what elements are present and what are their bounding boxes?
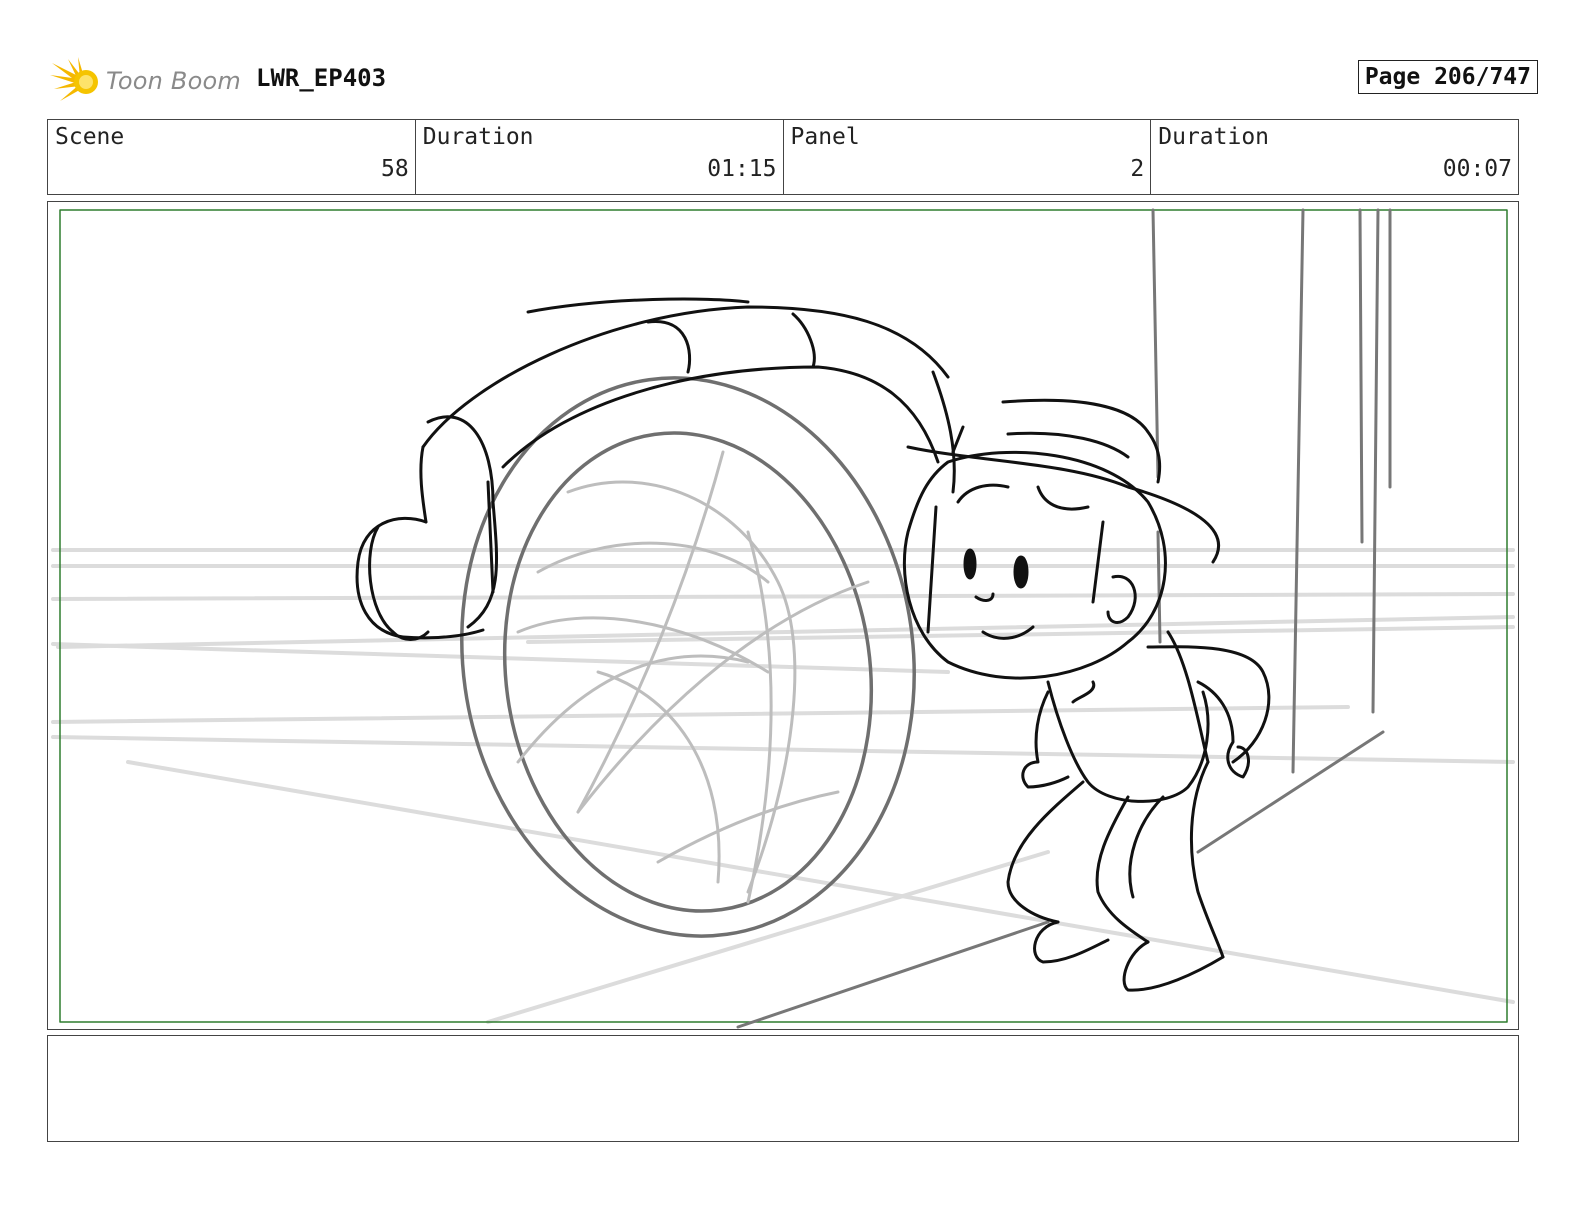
project-title: LWR_EP403	[256, 64, 387, 92]
pillar-lines	[736, 208, 1392, 1029]
safe-frame	[59, 209, 1508, 1023]
scene-value: 58	[381, 156, 409, 182]
panel-duration-cell: Duration 00:07	[1151, 120, 1518, 194]
panel-label: Panel	[790, 124, 860, 150]
scene-duration-value: 01:15	[707, 156, 777, 182]
toon-boom-logo: Toon Boom	[50, 56, 241, 106]
character	[902, 398, 1271, 992]
page-indicator: Page 206/747	[1357, 60, 1538, 94]
scene-label: Scene	[55, 124, 125, 150]
scene-cell: Scene 58	[48, 120, 416, 194]
logo-text: Toon Boom	[106, 67, 241, 95]
panel-value: 2	[1130, 156, 1145, 182]
starburst-icon	[50, 57, 102, 105]
panel-info-row: Scene 58 Duration 01:15 Panel 2 Duration…	[47, 119, 1519, 195]
portal-swirl	[516, 450, 870, 904]
scene-duration-cell: Duration 01:15	[416, 120, 784, 194]
storyboard-header: Toon Boom LWR_EP403 Page 206/747	[50, 56, 1538, 106]
scene-duration-label: Duration	[422, 124, 534, 150]
panel-cell: Panel 2	[784, 120, 1152, 194]
storyboard-panel	[47, 201, 1519, 1030]
panel-duration-label: Duration	[1158, 124, 1270, 150]
panel-notes	[47, 1035, 1519, 1142]
panel-duration-value: 00:07	[1442, 156, 1512, 182]
panel-sketch	[51, 208, 1515, 1029]
headphones	[355, 297, 965, 641]
